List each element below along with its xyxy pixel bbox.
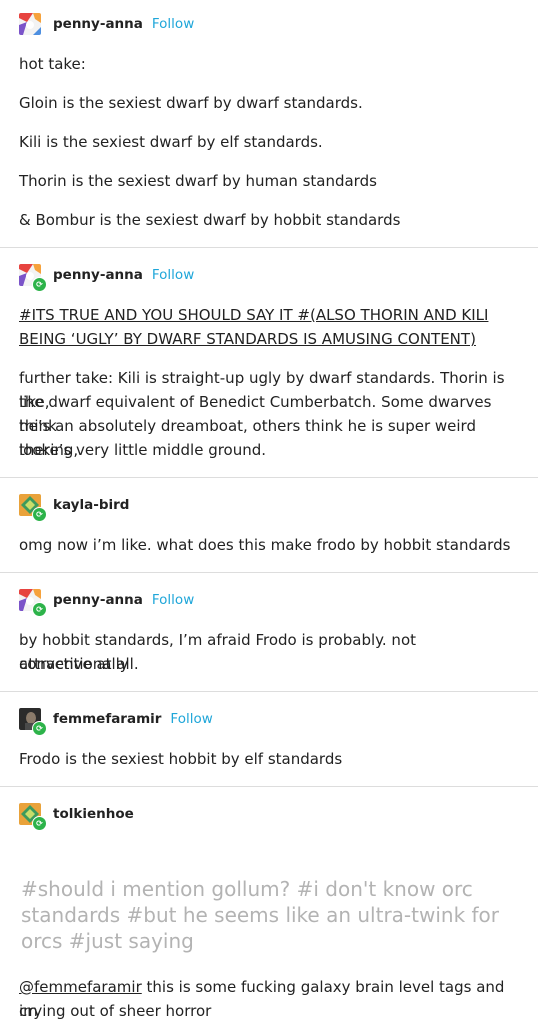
post-header: ⟳ tolkienhoe	[19, 801, 134, 831]
avatar[interactable]: ⟳	[19, 803, 47, 831]
post-text: hot take:	[19, 55, 86, 73]
follow-button[interactable]: Follow	[152, 592, 194, 608]
post-header: ⟳ kayla-bird	[19, 492, 129, 522]
post-header: ⟳ penny-anna Follow	[19, 262, 194, 292]
post-text: there’s very little middle ground.	[19, 441, 267, 459]
username[interactable]: penny-anna	[53, 16, 143, 32]
tag-link[interactable]: BEING ‘UGLY’ BY DWARF STANDARDS IS AMUSI…	[19, 327, 519, 351]
follow-button[interactable]: Follow	[152, 267, 194, 283]
follow-button[interactable]: Follow	[152, 16, 194, 32]
reblog-icon: ⟳	[32, 816, 47, 831]
tag-link[interactable]: orcs #just saying	[21, 928, 521, 954]
divider	[0, 477, 538, 478]
avatar[interactable]	[19, 13, 41, 35]
divider	[0, 786, 538, 787]
avatar[interactable]: ⟳	[19, 708, 47, 736]
avatar[interactable]: ⟳	[19, 264, 47, 292]
username[interactable]: femmefaramir	[53, 711, 161, 727]
tag-link[interactable]: standards #but he seems like an ultra-tw…	[21, 902, 521, 928]
reblog-icon: ⟳	[32, 602, 47, 617]
tag-link[interactable]: #should i mention gollum? #i don't know …	[21, 876, 521, 902]
avatar[interactable]: ⟳	[19, 589, 47, 617]
reply-text: crying out of sheer horror	[19, 1002, 212, 1020]
reblog-icon: ⟳	[32, 277, 47, 292]
follow-button[interactable]: Follow	[170, 711, 212, 727]
post-text: & Bombur is the sexiest dwarf by hobbit …	[19, 211, 401, 229]
reblog-icon: ⟳	[32, 721, 47, 736]
username[interactable]: tolkienhoe	[53, 806, 134, 822]
post-header: ⟳ femmefaramir Follow	[19, 706, 213, 736]
post-text: omg now i’m like. what does this make fr…	[19, 536, 511, 554]
post-text: attractive at all.	[19, 655, 139, 673]
post-text: Thorin is the sexiest dwarf by human sta…	[19, 172, 377, 190]
penny-anna-avatar-icon	[19, 13, 41, 35]
username[interactable]: kayla-bird	[53, 497, 129, 513]
reblog-icon: ⟳	[32, 507, 47, 522]
post-header: ⟳ penny-anna Follow	[19, 587, 194, 617]
tag-link[interactable]: #ITS TRUE AND YOU SHOULD SAY IT #(ALSO T…	[19, 303, 519, 327]
username[interactable]: penny-anna	[53, 592, 143, 608]
divider	[0, 691, 538, 692]
post-header: penny-anna Follow	[19, 11, 194, 37]
username[interactable]: penny-anna	[53, 267, 143, 283]
divider	[0, 247, 538, 248]
mention-link[interactable]: @femmefaramir	[19, 978, 142, 996]
avatar[interactable]: ⟳	[19, 494, 47, 522]
post-text: Gloin is the sexiest dwarf by dwarf stan…	[19, 94, 363, 112]
post-text: Frodo is the sexiest hobbit by elf stand…	[19, 750, 343, 768]
post-text: Kili is the sexiest dwarf by elf standar…	[19, 133, 323, 151]
divider	[0, 572, 538, 573]
